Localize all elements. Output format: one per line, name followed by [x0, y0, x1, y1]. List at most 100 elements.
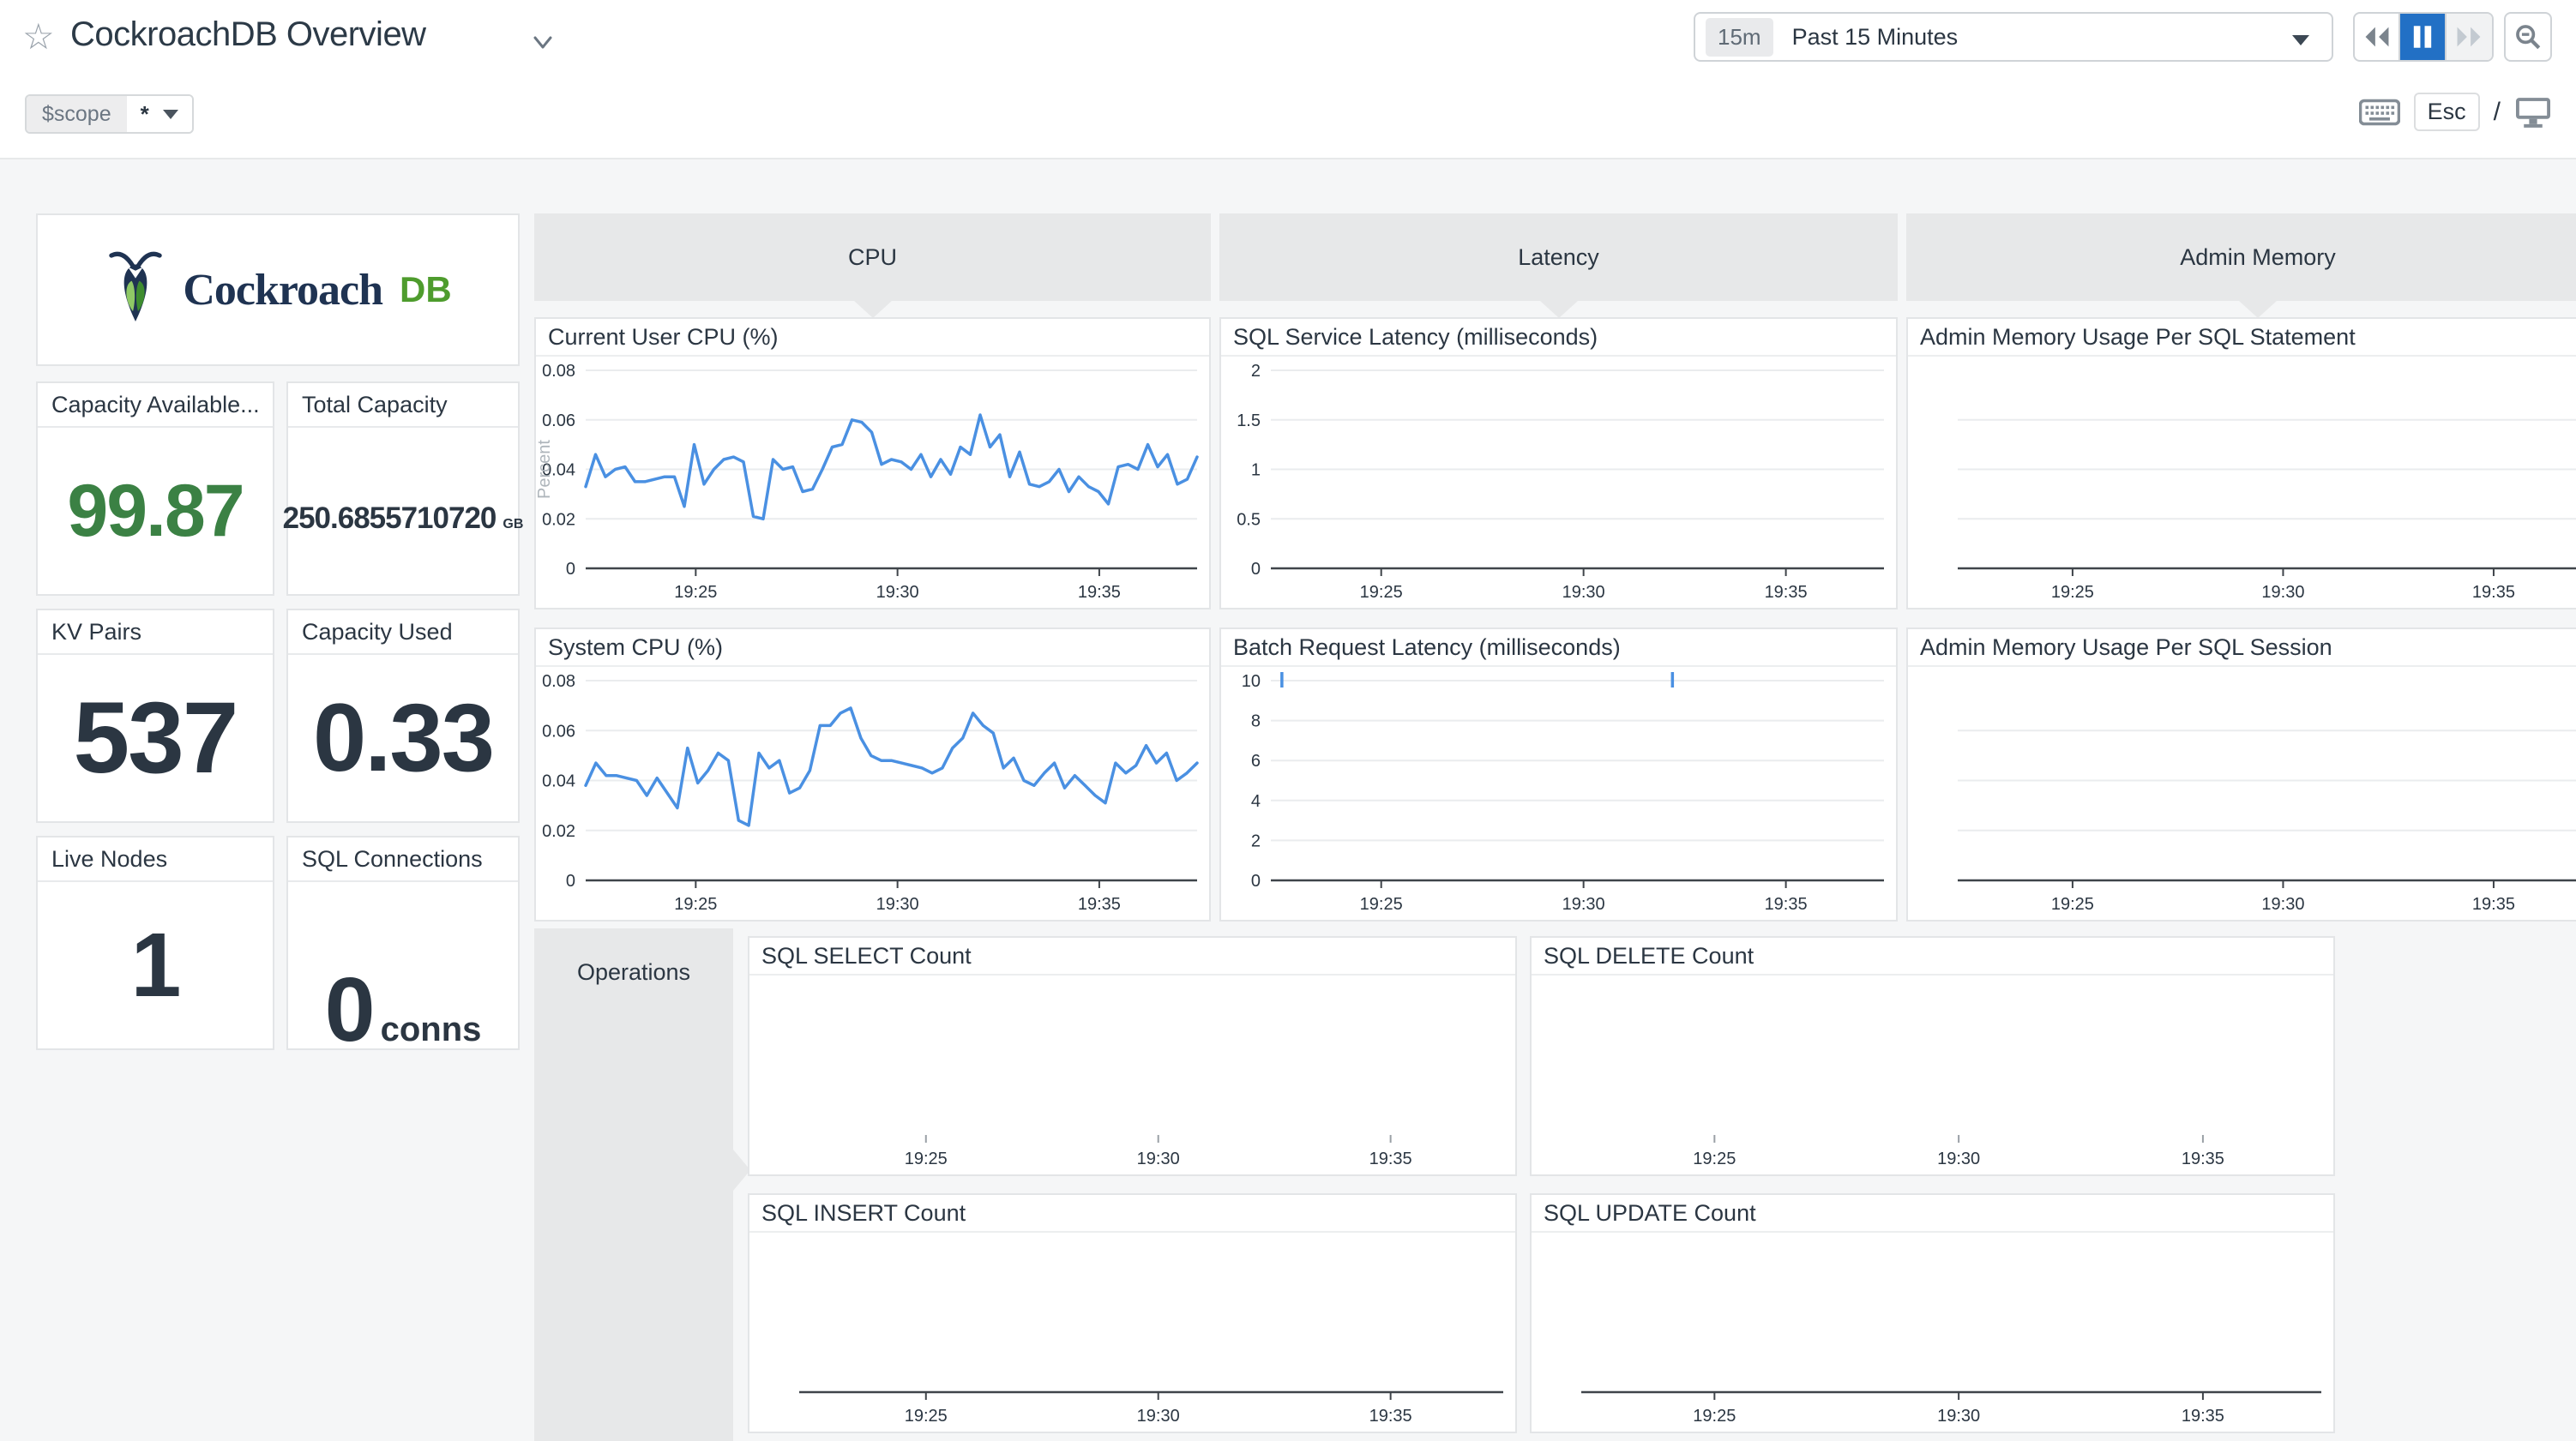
svg-text:19:30: 19:30 [2261, 895, 2304, 914]
chart-title: System CPU (%) [536, 629, 1209, 667]
svg-text:19:30: 19:30 [876, 895, 919, 914]
chart-plot[interactable]: 19:2519:3019:35 [1532, 1234, 2333, 1432]
group-notch [2239, 301, 2277, 318]
chart-title: Admin Memory Usage Per SQL Statement [1908, 319, 2576, 357]
stat-card-capacity-used[interactable]: Capacity Used 0.33 [286, 609, 520, 823]
svg-text:19:30: 19:30 [876, 583, 919, 602]
chart-admin-memory-per-sql-statement[interactable]: Admin Memory Usage Per SQL Statement 19:… [1906, 317, 2576, 609]
chart-plot[interactable]: 00.020.040.060.0819:2519:3019:35 [536, 669, 1209, 920]
cockroachdb-logo-card[interactable]: Cockroach DB [36, 213, 520, 366]
chart-current-user-cpu[interactable]: Current User CPU (%) 00.020.040.060.0819… [534, 317, 1211, 609]
svg-text:19:30: 19:30 [1137, 1150, 1180, 1168]
fast-forward-icon [2454, 24, 2483, 50]
svg-text:0: 0 [566, 872, 575, 891]
group-notch [1540, 301, 1578, 318]
svg-text:19:30: 19:30 [2261, 583, 2304, 602]
esc-key-badge[interactable]: Esc [2414, 93, 2480, 131]
svg-text:0.06: 0.06 [542, 411, 575, 430]
svg-text:19:25: 19:25 [674, 895, 717, 914]
svg-text:0: 0 [566, 560, 575, 579]
pause-button[interactable] [2400, 14, 2446, 60]
svg-text:2: 2 [1251, 832, 1261, 850]
favorite-star-icon[interactable]: ☆ [22, 15, 55, 57]
chart-title: SQL SELECT Count [749, 938, 1515, 976]
svg-text:1: 1 [1251, 461, 1261, 480]
svg-text:19:35: 19:35 [1765, 583, 1808, 602]
keyboard-icon[interactable] [2359, 97, 2400, 128]
stat-title: SQL Connections [288, 838, 518, 882]
group-header-cpu[interactable]: CPU [534, 213, 1211, 301]
group-header-operations[interactable]: Operations [534, 928, 733, 1441]
stat-card-capacity-available[interactable]: Capacity Available... 99.87 [36, 381, 274, 596]
logo-suffix: DB [400, 269, 452, 310]
stat-title: KV Pairs [38, 610, 273, 655]
chart-sql-service-latency[interactable]: SQL Service Latency (milliseconds) 00.51… [1219, 317, 1898, 609]
svg-text:19:25: 19:25 [1693, 1150, 1736, 1168]
svg-text:2: 2 [1251, 362, 1261, 381]
chart-system-cpu[interactable]: System CPU (%) 00.020.040.060.0819:2519:… [534, 627, 1211, 922]
svg-text:19:35: 19:35 [2472, 895, 2515, 914]
chart-plot[interactable]: 19:2519:3019:35 [1908, 669, 2576, 920]
title-dropdown-chevron-icon[interactable] [532, 31, 554, 53]
svg-text:6: 6 [1251, 752, 1261, 771]
stat-value: 250.6855710720 [283, 503, 497, 533]
stat-card-live-nodes[interactable]: Live Nodes 1 [36, 836, 274, 1050]
stat-value: 537 [74, 687, 238, 789]
stat-title: Capacity Used [288, 610, 518, 655]
dashboard-canvas: Cockroach DB Capacity Available... 99.87… [0, 161, 2576, 1441]
chart-title: SQL UPDATE Count [1532, 1195, 2333, 1233]
chart-sql-update-count[interactable]: SQL UPDATE Count 19:2519:3019:35 [1530, 1193, 2335, 1433]
chart-sql-insert-count[interactable]: SQL INSERT Count 19:2519:3019:35 [748, 1193, 1517, 1433]
chart-sql-delete-count[interactable]: SQL DELETE Count 19:2519:3019:35 [1530, 936, 2335, 1176]
svg-text:10: 10 [1242, 672, 1261, 691]
svg-text:8: 8 [1251, 712, 1261, 731]
svg-text:1.5: 1.5 [1237, 411, 1261, 430]
svg-text:19:25: 19:25 [1360, 583, 1403, 602]
svg-text:19:35: 19:35 [1765, 895, 1808, 914]
page-title: CockroachDB Overview [70, 15, 426, 54]
svg-text:0.06: 0.06 [542, 722, 575, 741]
svg-text:19:25: 19:25 [905, 1150, 948, 1168]
chart-plot[interactable]: 19:2519:3019:35 [1532, 977, 2333, 1174]
stat-card-kv-pairs[interactable]: KV Pairs 537 [36, 609, 274, 823]
chart-title: SQL DELETE Count [1532, 938, 2333, 976]
time-range-selector[interactable]: 15m Past 15 Minutes [1694, 12, 2333, 62]
svg-text:0.08: 0.08 [542, 362, 575, 381]
zoom-out-button[interactable] [2504, 12, 2552, 62]
chart-plot[interactable]: 024681019:2519:3019:35 [1221, 669, 1896, 920]
chart-plot[interactable]: 00.511.5219:2519:3019:35 [1221, 358, 1896, 608]
group-header-admin-memory[interactable]: Admin Memory [1906, 213, 2576, 301]
svg-text:19:35: 19:35 [1078, 583, 1121, 602]
zoom-out-icon [2513, 22, 2543, 51]
chart-plot[interactable]: 19:2519:3019:35 [749, 977, 1515, 1174]
chart-plot[interactable]: 19:2519:3019:35 [749, 1234, 1515, 1432]
template-variable-caret-icon [163, 110, 178, 119]
stat-card-total-capacity[interactable]: Total Capacity 250.6855710720GB [286, 381, 520, 596]
group-label: Admin Memory [2180, 244, 2336, 271]
chart-sql-select-count[interactable]: SQL SELECT Count 19:2519:3019:35 [748, 936, 1517, 1176]
rewind-icon [2362, 24, 2392, 50]
stat-value: 99.87 [67, 474, 243, 548]
svg-text:0: 0 [1251, 872, 1261, 891]
template-variable-value-text: * [141, 101, 149, 128]
svg-text:19:25: 19:25 [1360, 895, 1403, 914]
stat-title: Live Nodes [38, 838, 273, 882]
chart-admin-memory-per-sql-session[interactable]: Admin Memory Usage Per SQL Session 19:25… [1906, 627, 2576, 922]
chart-plot[interactable]: 00.020.040.060.0819:2519:3019:35Percent [536, 358, 1209, 608]
svg-text:Percent: Percent [536, 440, 554, 499]
template-variable-value[interactable]: * [127, 96, 192, 132]
rewind-button[interactable] [2355, 14, 2400, 60]
fast-forward-button[interactable] [2447, 14, 2492, 60]
stat-value: 0 [325, 964, 374, 1055]
chart-batch-request-latency[interactable]: Batch Request Latency (milliseconds) 024… [1219, 627, 1898, 922]
svg-text:19:30: 19:30 [1562, 895, 1605, 914]
tv-mode-icon[interactable] [2514, 95, 2552, 129]
stat-card-sql-connections[interactable]: SQL Connections 0conns [286, 836, 520, 1050]
stat-unit: GB [503, 517, 523, 532]
group-header-latency[interactable]: Latency [1219, 213, 1898, 301]
top-bar: ☆ CockroachDB Overview 15m Past 15 Minut… [0, 0, 2576, 159]
chart-plot[interactable]: 19:2519:3019:35 [1908, 358, 2576, 608]
logo-wordmark: Cockroach [183, 265, 382, 315]
svg-text:19:35: 19:35 [2472, 583, 2515, 602]
template-variable-scope[interactable]: $scope * [25, 94, 194, 134]
